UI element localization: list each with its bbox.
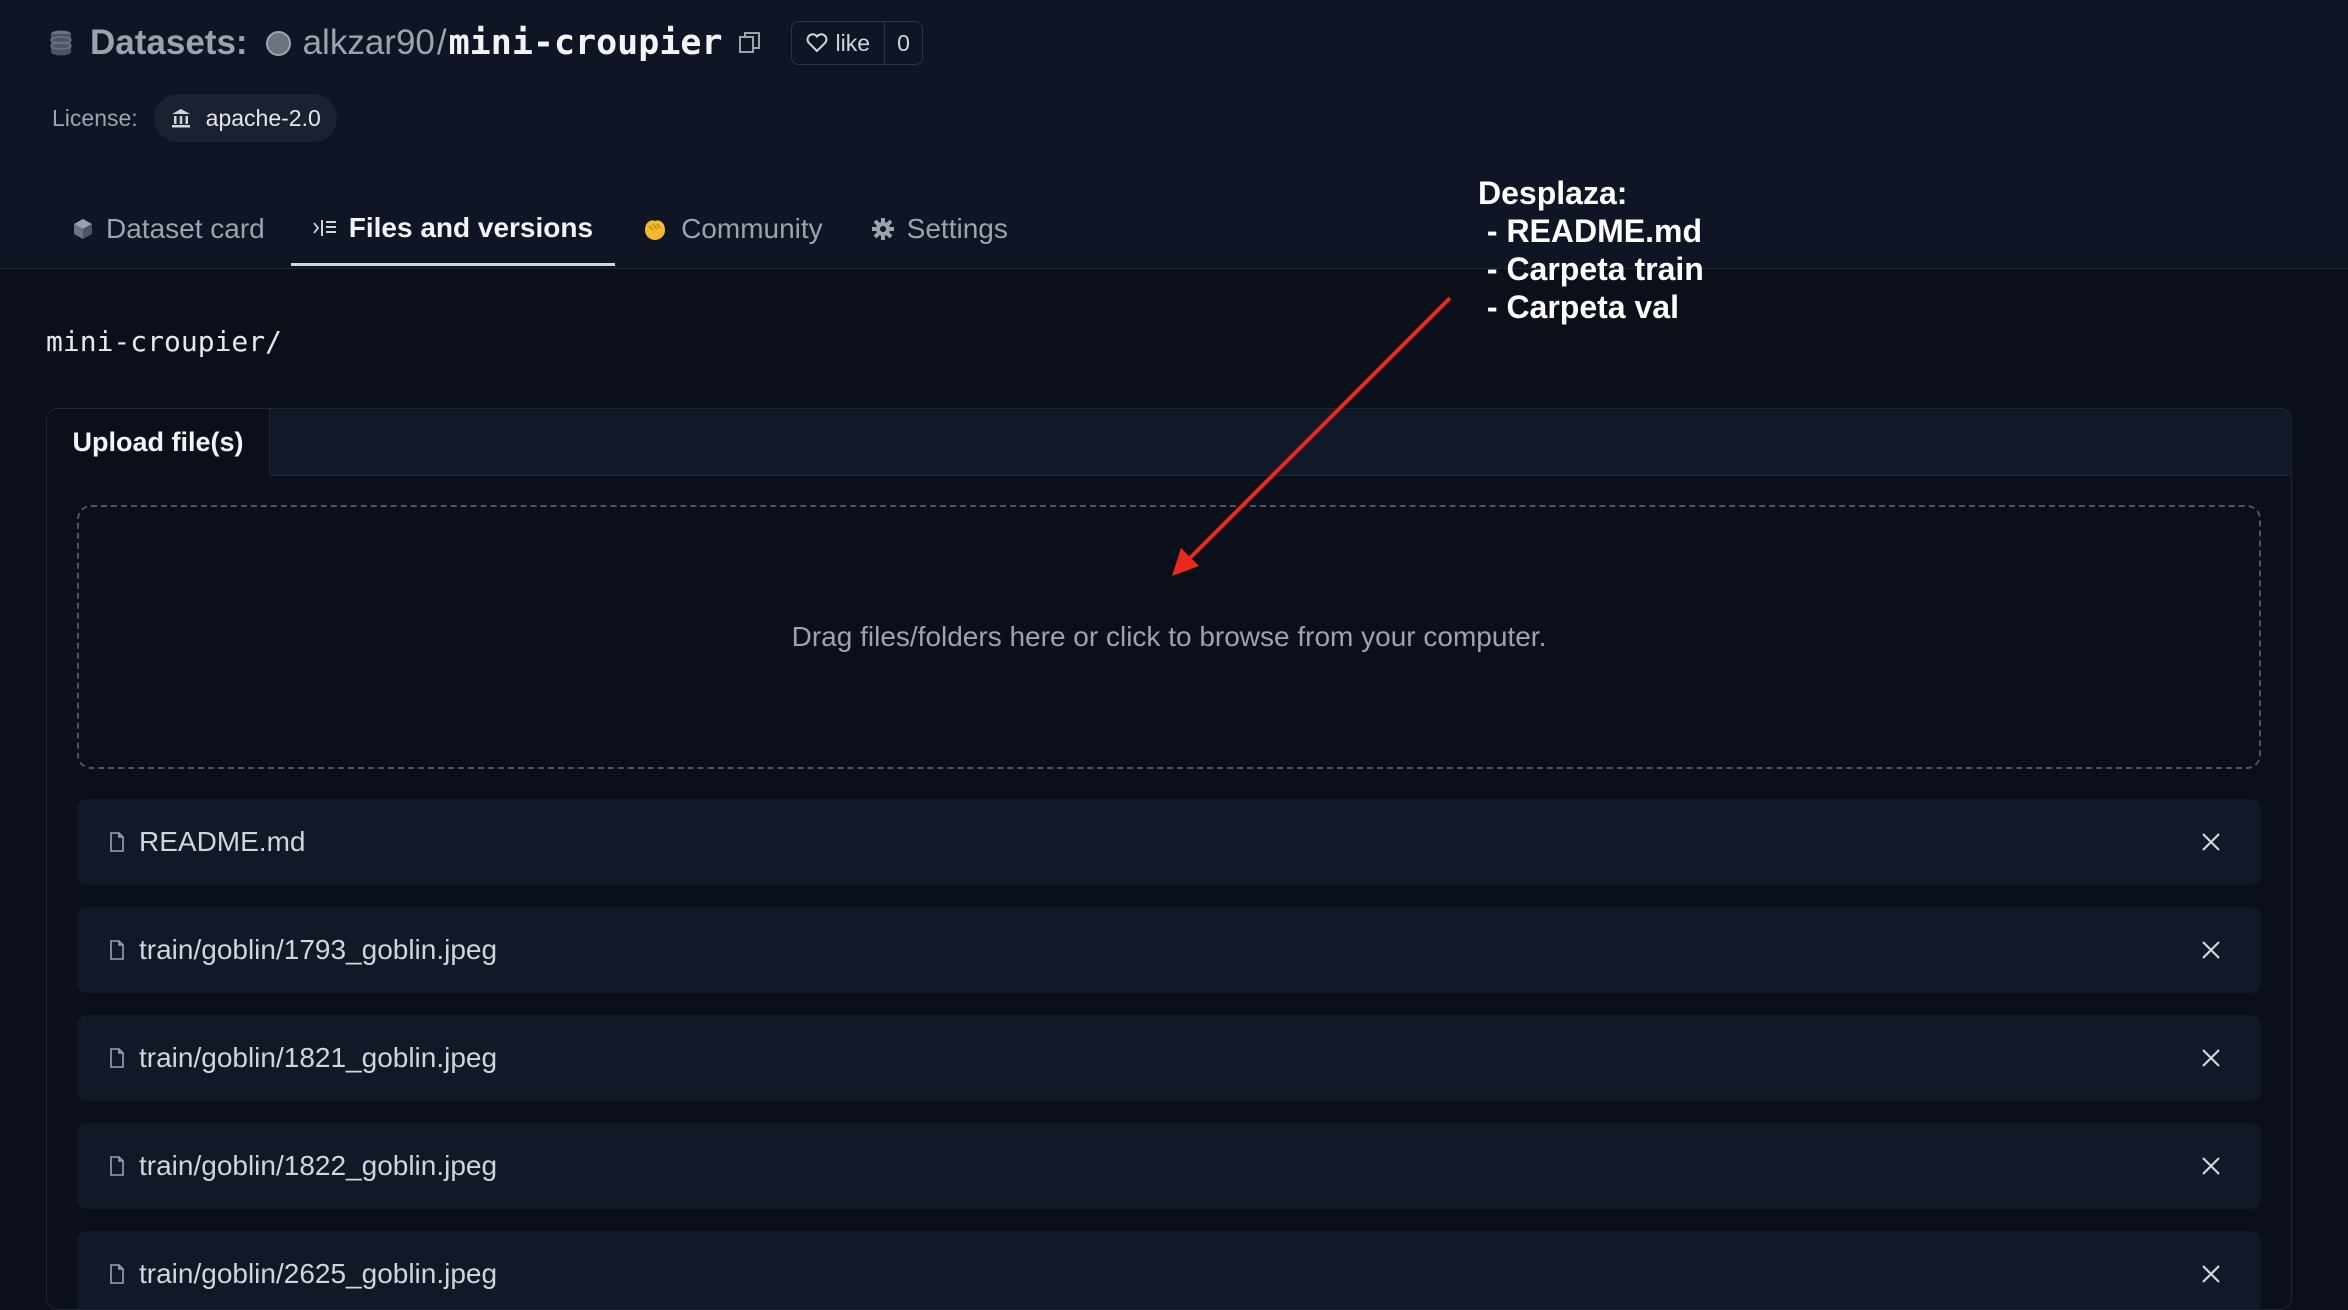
like-widget: like 0 — [790, 21, 923, 65]
breadcrumb[interactable]: mini-croupier/ — [46, 325, 282, 358]
repo-tabs: Dataset card Files and versions Communit… — [50, 192, 1034, 266]
file-icon — [110, 940, 124, 960]
annotation-text: Desplaza: - README.md - Carpeta train - … — [1478, 175, 1704, 325]
remove-file-button[interactable] — [2195, 934, 2227, 966]
repo-name[interactable]: mini-croupier — [449, 23, 723, 63]
remove-file-button[interactable] — [2195, 826, 2227, 858]
staged-file-row: train/goblin/1821_goblin.jpeg — [77, 1015, 2261, 1101]
tab-dataset-card[interactable]: Dataset card — [50, 192, 287, 266]
tab-community[interactable]: Community — [619, 192, 845, 266]
file-name: train/goblin/1793_goblin.jpeg — [139, 934, 498, 965]
cube-icon — [74, 219, 92, 239]
tab-files-and-versions[interactable]: Files and versions — [290, 192, 616, 266]
title-row: Datasets: alkzar90 / mini-croupier like … — [50, 18, 923, 68]
close-icon — [2202, 1157, 2220, 1175]
tab-label: Dataset card — [106, 213, 265, 244]
tab-label: Files and versions — [348, 211, 594, 243]
file-name: train/goblin/2625_goblin.jpeg — [139, 1258, 498, 1289]
file-icon — [110, 1048, 124, 1068]
upload-tabbar: Upload file(s) — [47, 409, 2291, 476]
datasets-label[interactable]: Datasets: — [90, 23, 248, 63]
close-icon — [2202, 1049, 2220, 1067]
staged-file-row: train/goblin/2625_goblin.jpeg — [77, 1231, 2261, 1309]
bank-icon — [171, 109, 190, 128]
like-label: like — [835, 29, 871, 56]
staged-file-list: README.md train/goblin/1793_goblin.jpeg — [77, 799, 2261, 1309]
tab-label: Community — [681, 213, 823, 244]
upload-panel: Upload file(s) Drag files/folders here o… — [46, 408, 2292, 1310]
tab-settings[interactable]: Settings — [849, 192, 1030, 266]
like-button[interactable]: like — [792, 22, 886, 64]
license-tag[interactable]: apache-2.0 — [153, 94, 337, 142]
dropzone-text: Drag files/folders here or click to brow… — [791, 621, 1547, 652]
upload-dropzone[interactable]: Drag files/folders here or click to brow… — [77, 505, 2261, 769]
like-count[interactable]: 0 — [885, 30, 922, 57]
remove-file-button[interactable] — [2195, 1150, 2227, 1182]
close-icon — [2202, 1265, 2220, 1283]
database-icon — [50, 30, 72, 56]
staged-file-row: train/goblin/1822_goblin.jpeg — [77, 1123, 2261, 1209]
tab-upload-files[interactable]: Upload file(s) — [47, 409, 270, 476]
file-name: train/goblin/1821_goblin.jpeg — [139, 1042, 498, 1073]
heart-icon — [806, 33, 827, 53]
license-value: apache-2.0 — [205, 104, 321, 131]
community-icon — [645, 220, 666, 240]
file-icon — [110, 832, 124, 852]
tab-label: Settings — [906, 213, 1008, 244]
remove-file-button[interactable] — [2195, 1258, 2227, 1290]
license-row: License: apache-2.0 — [52, 94, 337, 142]
copy-icon[interactable] — [737, 30, 763, 56]
file-icon — [110, 1156, 124, 1176]
owner-link[interactable]: alkzar90 — [303, 23, 435, 63]
file-icon — [110, 1264, 124, 1284]
file-name: train/goblin/1822_goblin.jpeg — [139, 1150, 498, 1181]
remove-file-button[interactable] — [2195, 1042, 2227, 1074]
staged-file-row: README.md — [77, 799, 2261, 885]
path-separator: / — [436, 23, 447, 62]
close-icon — [2202, 941, 2220, 959]
close-icon — [2202, 833, 2220, 851]
license-label: License: — [52, 104, 138, 131]
owner-avatar[interactable] — [265, 30, 291, 56]
staged-file-row: train/goblin/1793_goblin.jpeg — [77, 907, 2261, 993]
gear-icon — [871, 218, 894, 240]
files-icon — [313, 219, 336, 236]
repo-header: Datasets: alkzar90 / mini-croupier like … — [0, 0, 2348, 269]
file-name: README.md — [139, 826, 306, 857]
